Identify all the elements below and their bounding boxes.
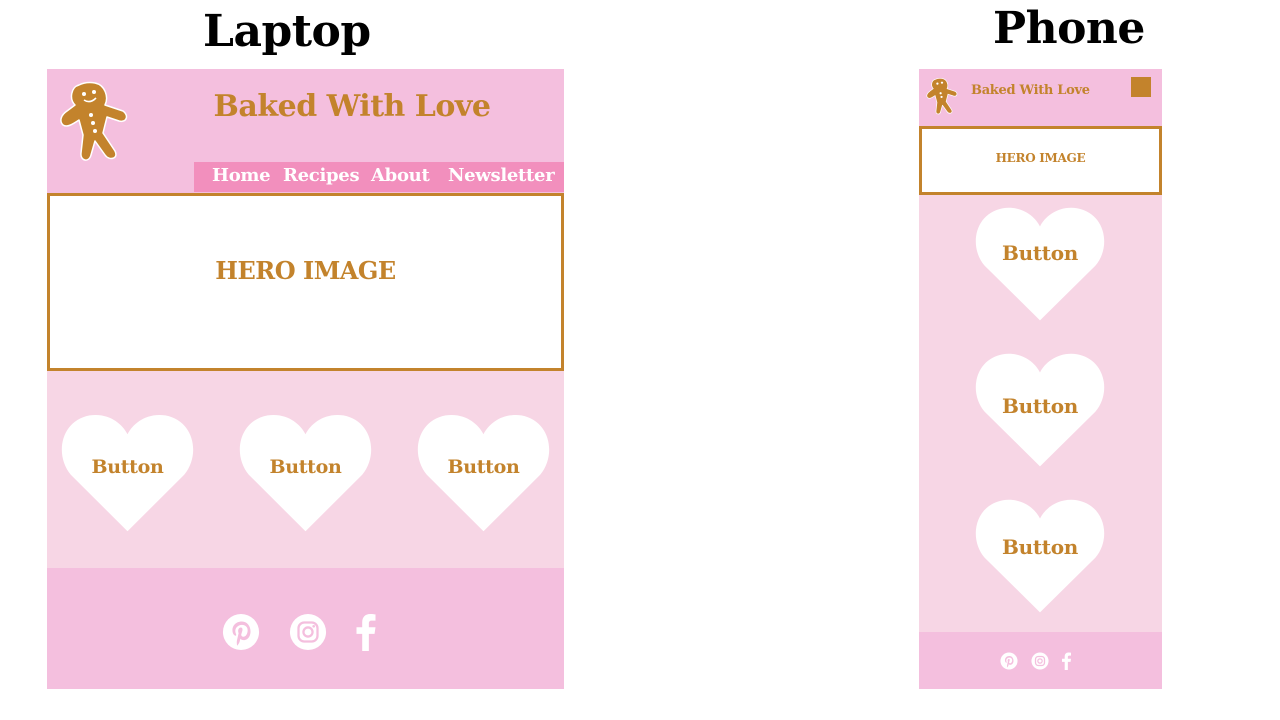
site-header: Baked With Love Home Recipes About Newsl… (47, 69, 564, 193)
gingerbread-man-logo-icon[interactable] (57, 77, 131, 165)
site-header: Baked With Love (919, 69, 1162, 126)
heart-button-label: Button (1001, 394, 1078, 418)
heart-button-label: Button (1001, 241, 1078, 265)
site-brand-title: Baked With Love (213, 89, 491, 124)
laptop-caption: Laptop (203, 6, 371, 57)
main-nav: Home Recipes About Newsletter (194, 162, 564, 192)
laptop-mockup: Baked With Love Home Recipes About Newsl… (47, 69, 564, 689)
heart-button[interactable]: Button (974, 203, 1106, 323)
heart-button-label: Button (269, 456, 342, 478)
menu-button[interactable] (1131, 77, 1151, 97)
site-brand-title: Baked With Love (971, 83, 1090, 98)
pinterest-icon[interactable] (222, 613, 260, 651)
nav-about[interactable]: About (371, 165, 430, 186)
heart-button[interactable]: Button (974, 349, 1106, 469)
hero-image-placeholder: HERO IMAGE (919, 126, 1162, 195)
instagram-icon[interactable] (289, 613, 327, 651)
heart-button-label: Button (1001, 535, 1078, 559)
nav-home[interactable]: Home (212, 165, 271, 186)
facebook-icon[interactable] (1060, 652, 1073, 670)
facebook-icon[interactable] (352, 613, 380, 651)
pinterest-icon[interactable] (1000, 652, 1018, 670)
heart-button[interactable]: Button (238, 410, 373, 534)
phone-caption: Phone (993, 3, 1145, 54)
hero-image-label: HERO IMAGE (995, 151, 1086, 165)
hero-image-placeholder: HERO IMAGE (47, 193, 564, 371)
site-footer (47, 568, 564, 689)
site-footer (919, 632, 1162, 689)
gingerbread-man-logo-icon[interactable] (925, 75, 959, 117)
heart-button[interactable]: Button (60, 410, 195, 534)
hero-image-label: HERO IMAGE (215, 256, 396, 285)
phone-mockup: Baked With Love HERO IMAGE Button Button… (919, 69, 1162, 689)
heart-button-label: Button (447, 456, 520, 478)
heart-button-label: Button (91, 456, 164, 478)
nav-newsletter[interactable]: Newsletter (448, 165, 555, 186)
instagram-icon[interactable] (1031, 652, 1049, 670)
nav-recipes[interactable]: Recipes (283, 165, 360, 186)
heart-button[interactable]: Button (974, 495, 1106, 615)
heart-button[interactable]: Button (416, 410, 551, 534)
